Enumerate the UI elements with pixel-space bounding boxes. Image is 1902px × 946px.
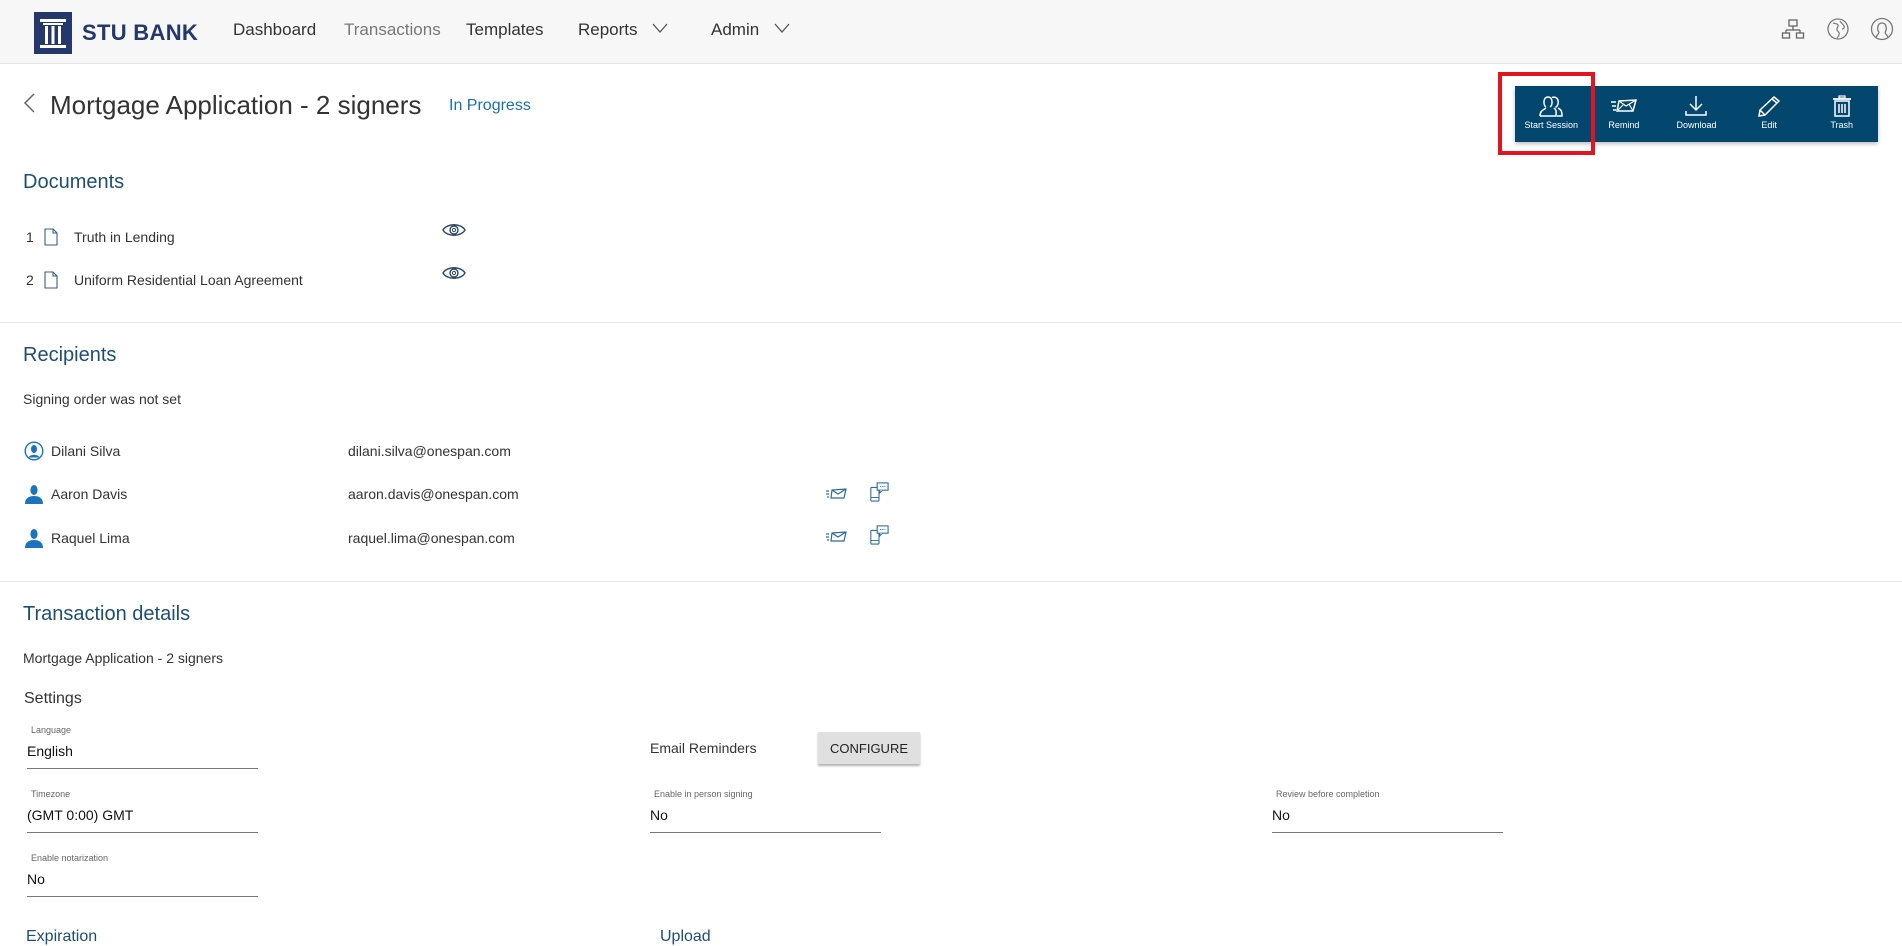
in-person-signing-label: Enable in person signing: [654, 789, 753, 799]
nav-label: Admin: [711, 20, 760, 39]
in-person-signing-value: No: [650, 807, 668, 823]
start-session-button[interactable]: Start Session: [1515, 86, 1588, 142]
document-name[interactable]: Uniform Residential Loan Agreement: [74, 272, 303, 288]
recipients-heading: Recipients: [23, 344, 117, 366]
sms-phone-icon[interactable]: [868, 482, 890, 502]
chevron-down-icon: [652, 23, 668, 33]
timezone-label: Timezone: [31, 789, 71, 799]
recipient-email: dilani.silva@onespan.com: [348, 443, 511, 459]
document-index: 1: [26, 229, 34, 245]
recipient-name: Aaron Davis: [51, 486, 128, 502]
sitemap-icon[interactable]: [1781, 17, 1805, 41]
nav-dashboard[interactable]: Dashboard: [233, 20, 316, 40]
bank-logo-icon[interactable]: [34, 12, 72, 54]
section-divider: [0, 581, 1902, 582]
timezone-value: (GMT 0:00) GMT: [27, 807, 134, 823]
nav-templates[interactable]: Templates: [466, 20, 543, 40]
nav-label: Transactions: [344, 20, 441, 39]
recipient-email: raquel.lima@onespan.com: [348, 530, 515, 546]
email-reminders-label: Email Reminders: [650, 740, 757, 756]
review-before-completion-label: Review before completion: [1276, 789, 1380, 799]
transaction-details-heading: Transaction details: [23, 603, 191, 625]
nav-label: Reports: [578, 20, 638, 39]
review-before-completion-value: No: [1272, 807, 1290, 823]
back-chevron-icon[interactable]: [22, 92, 36, 116]
top-header: STU BANK Dashboard Transactions Template…: [0, 0, 1902, 64]
status-badge: In Progress: [449, 97, 531, 114]
documents-heading: Documents: [23, 171, 125, 193]
pencil-icon: [1758, 96, 1781, 117]
expiration-heading: Expiration: [26, 928, 98, 945]
section-divider: [0, 322, 1902, 323]
user-profile-icon[interactable]: [1870, 17, 1894, 41]
nav-label: Templates: [466, 20, 544, 39]
brand-name: STU BANK: [82, 20, 199, 45]
recipient-email: aaron.davis@onespan.com: [348, 486, 519, 502]
document-name[interactable]: Truth in Lending: [74, 229, 175, 245]
action-label: Remind: [1608, 120, 1640, 130]
action-label: Edit: [1761, 120, 1777, 130]
download-icon: [1685, 96, 1708, 116]
document-icon: [44, 271, 58, 289]
signing-order-text: Signing order was not set: [23, 391, 181, 407]
review-before-completion-field[interactable]: Review before completion No: [1272, 789, 1503, 833]
language-field[interactable]: Language English: [27, 725, 258, 769]
notarization-label: Enable notarization: [31, 853, 109, 863]
nav-admin[interactable]: Admin: [711, 20, 790, 40]
timezone-field[interactable]: Timezone (GMT 0:00) GMT: [27, 789, 258, 833]
remind-button[interactable]: Remind: [1588, 86, 1661, 142]
download-button[interactable]: Download: [1660, 86, 1733, 142]
recipient-name: Dilani Silva: [51, 443, 121, 459]
transaction-name-text: Mortgage Application - 2 signers: [23, 650, 223, 666]
language-label: Language: [31, 725, 72, 735]
nav-transactions[interactable]: Transactions: [344, 20, 441, 40]
action-label: Start Session: [1524, 120, 1579, 130]
action-toolbar: Start Session Remind Download Edit Trash: [1515, 86, 1878, 142]
owner-avatar-icon: [24, 441, 44, 461]
upload-heading: Upload: [660, 928, 711, 945]
trash-icon: [1832, 95, 1851, 117]
signer-avatar-icon: [25, 485, 43, 504]
signer-avatar-icon: [25, 529, 43, 548]
in-person-signing-field[interactable]: Enable in person signing No: [650, 789, 881, 833]
language-value: English: [27, 743, 73, 759]
globe-icon[interactable]: [1826, 17, 1850, 41]
nav-reports[interactable]: Reports: [578, 20, 668, 40]
remind-envelope-icon: [1610, 99, 1637, 112]
eye-icon[interactable]: [442, 265, 466, 281]
action-label: Download: [1676, 120, 1717, 130]
notarization-value: No: [27, 871, 45, 887]
eye-icon[interactable]: [442, 222, 466, 238]
edit-button[interactable]: Edit: [1733, 86, 1806, 142]
nav-label: Dashboard: [233, 20, 317, 39]
recipient-name: Raquel Lima: [51, 530, 130, 546]
document-row: 2 Uniform Residential Loan Agreement: [26, 270, 303, 290]
settings-heading: Settings: [24, 690, 82, 707]
trash-button[interactable]: Trash: [1805, 86, 1878, 142]
document-icon: [44, 228, 58, 246]
start-session-icon: [1539, 96, 1564, 117]
page-title: Mortgage Application - 2 signers: [50, 90, 422, 120]
chevron-down-icon: [774, 23, 790, 33]
send-reminder-email-icon[interactable]: [825, 484, 847, 504]
document-index: 2: [26, 272, 34, 288]
send-reminder-email-icon[interactable]: [825, 527, 847, 547]
document-row: 1 Truth in Lending: [26, 227, 175, 247]
notarization-field[interactable]: Enable notarization No: [27, 853, 258, 897]
action-label: Trash: [1830, 120, 1853, 130]
sms-phone-icon[interactable]: [868, 525, 890, 545]
configure-button[interactable]: CONFIGURE: [818, 732, 920, 764]
